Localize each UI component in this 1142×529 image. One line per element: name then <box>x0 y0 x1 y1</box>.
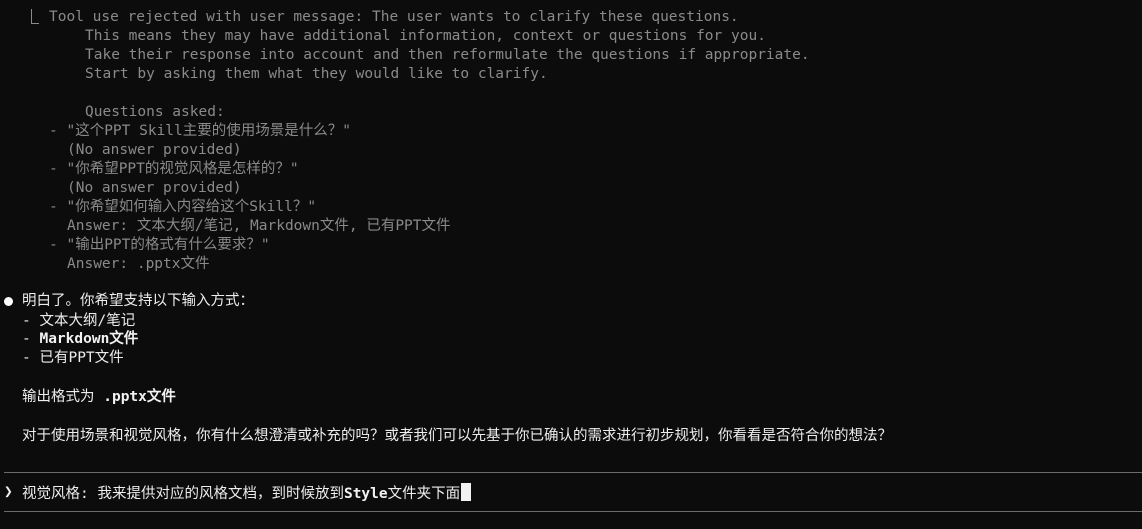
question-answer: (No answer provided) <box>67 142 242 158</box>
prompt-input-keyword: Style <box>343 486 388 502</box>
text-cursor <box>461 483 472 501</box>
input-method-item: - Markdown文件 <box>22 330 138 349</box>
list-dash: - <box>22 331 40 347</box>
tool-result-header: Tool use rejected with user message: The… <box>49 9 739 25</box>
output-format-label: 输出格式为 <box>22 389 104 405</box>
tool-result-line: Start by asking them what they would lik… <box>85 66 548 82</box>
prompt-input-text-suffix: 文件夹下面 <box>387 486 461 502</box>
tool-result-line: This means they may have additional info… <box>85 28 766 44</box>
input-method-label: Markdown文件 <box>39 331 139 347</box>
terminal-window: Tool use rejected with user message: The… <box>0 0 1142 529</box>
prompt-input-text: 视觉风格: 我来提供对应的风格文档，到时候放到 <box>22 486 344 502</box>
message-bullet-icon <box>4 297 13 306</box>
question-item: - "输出PPT的格式有什么要求？" <box>49 237 270 253</box>
input-method-item: - 文本大纲/笔记 <box>22 312 135 331</box>
prompt-chevron-icon: ❯ <box>4 484 13 500</box>
assistant-intro: 明白了。你希望支持以下输入方式： <box>22 293 254 309</box>
question-answer: (No answer provided) <box>67 180 242 196</box>
prompt-top-divider <box>4 472 1142 473</box>
prompt-input[interactable]: 视觉风格: 我来提供对应的风格文档，到时候放到Style文件夹下面 <box>22 483 472 504</box>
input-method-label: 已有PPT文件 <box>39 350 124 366</box>
question-item: - "你希望如何输入内容给这个Skill？" <box>49 199 317 215</box>
input-method-item: - 已有PPT文件 <box>22 349 124 368</box>
output-format-line: 输出格式为 .pptx文件 <box>22 388 176 407</box>
questions-label: Questions asked: <box>85 104 225 120</box>
tree-corner-icon <box>31 9 39 24</box>
question-item: - "这个PPT Skill主要的使用场景是什么？" <box>49 123 351 139</box>
input-method-label: 文本大纲/笔记 <box>39 313 136 329</box>
list-dash: - <box>22 350 40 366</box>
question-item: - "你希望PPT的视觉风格是怎样的？" <box>49 161 299 177</box>
prompt-bottom-divider <box>4 511 1142 512</box>
assistant-followup: 对于使用场景和视觉风格，你有什么想澄清或补充的吗？或者我们可以先基于你已确认的需… <box>22 428 892 444</box>
question-answer: Answer: 文本大纲/笔记, Markdown文件, 已有PPT文件 <box>67 218 451 234</box>
list-dash: - <box>22 313 40 329</box>
output-format-value: .pptx文件 <box>103 389 176 405</box>
question-answer: Answer: .pptx文件 <box>67 256 210 272</box>
tool-result-line: Take their response into account and the… <box>85 47 810 63</box>
